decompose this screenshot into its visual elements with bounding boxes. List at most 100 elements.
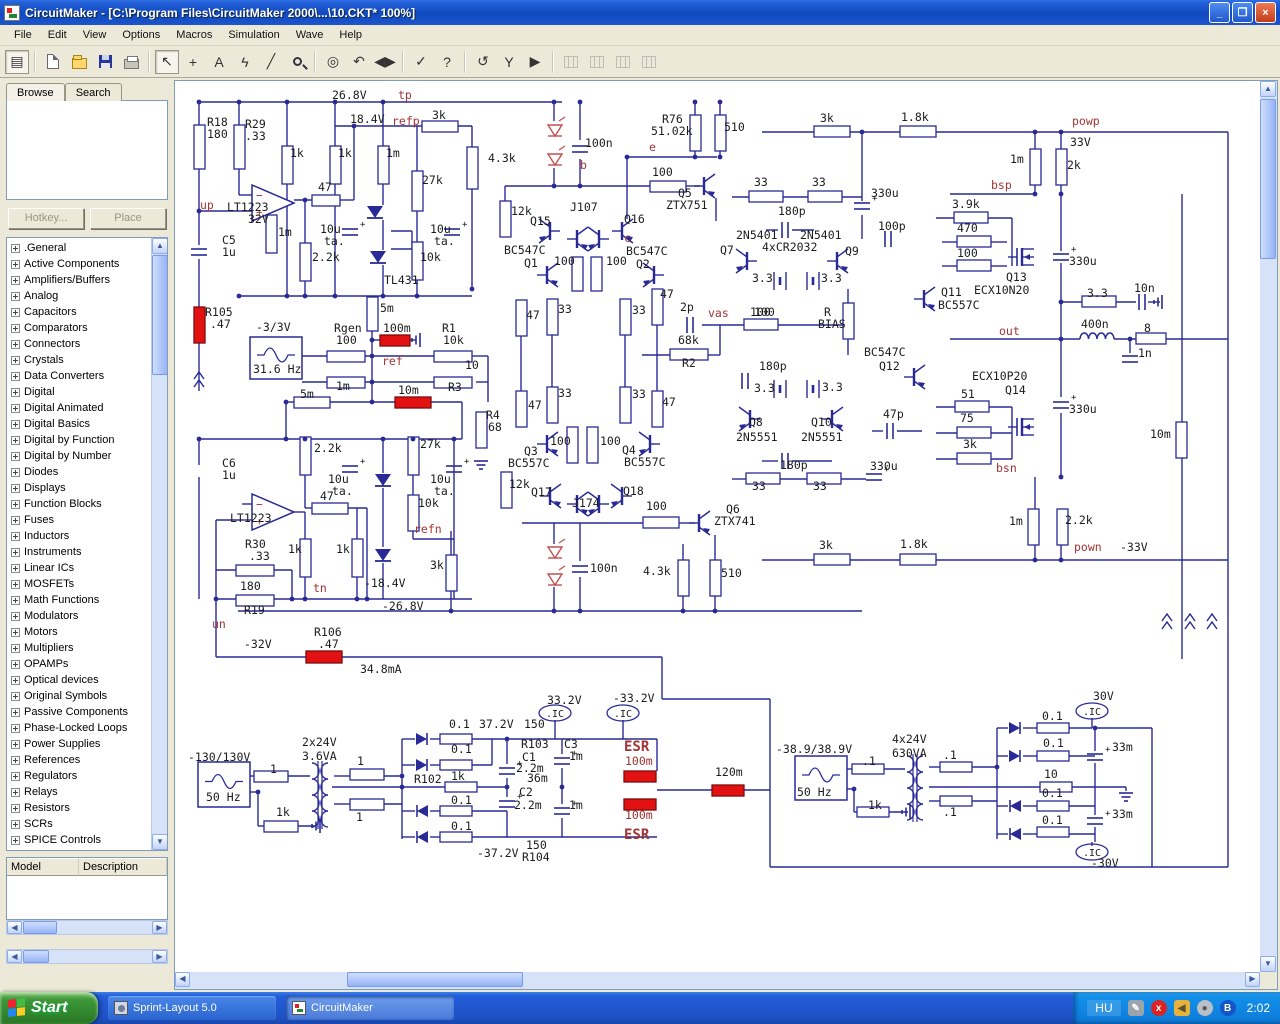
- delete-tool-button[interactable]: ϟ: [233, 50, 257, 74]
- help-tool-button[interactable]: ?: [435, 50, 459, 74]
- scroll-right-icon[interactable]: ▶: [152, 950, 167, 963]
- parts-browser-button[interactable]: ▤: [5, 49, 29, 74]
- minimize-button[interactable]: _: [1209, 2, 1230, 23]
- tree-item-connectors[interactable]: Connectors: [9, 336, 167, 352]
- expand-icon[interactable]: [11, 579, 20, 589]
- scroll-left-icon[interactable]: ◀: [7, 950, 22, 963]
- menu-simulation[interactable]: Simulation: [220, 27, 287, 43]
- expand-icon[interactable]: [11, 403, 20, 413]
- clock[interactable]: 2:02: [1247, 1001, 1270, 1015]
- probe-tool-button[interactable]: ╱: [259, 50, 283, 74]
- tree-item-regulators[interactable]: Regulators: [9, 768, 167, 784]
- scroll-up-icon[interactable]: ▲: [152, 238, 167, 254]
- speaker-icon[interactable]: ◀: [1173, 1000, 1190, 1016]
- expand-icon[interactable]: [11, 307, 20, 317]
- zoom-tool-button[interactable]: [285, 50, 309, 74]
- expand-icon[interactable]: [11, 723, 20, 733]
- tree-item-crystals[interactable]: Crystals: [9, 352, 167, 368]
- canvas-vertical-scrollbar[interactable]: ▲ ▼: [1260, 81, 1277, 972]
- expand-icon[interactable]: [11, 387, 20, 397]
- tree-item-inductors[interactable]: Inductors: [9, 528, 167, 544]
- tree-item-scrs[interactable]: SCRs: [9, 816, 167, 832]
- expand-icon[interactable]: [11, 787, 20, 797]
- scroll-down-icon[interactable]: ▼: [1260, 956, 1276, 972]
- tree-item-amplifiers-buffers[interactable]: Amplifiers/Buffers: [9, 272, 167, 288]
- expand-icon[interactable]: [11, 451, 20, 461]
- expand-icon[interactable]: [11, 323, 20, 333]
- scroll-right-icon[interactable]: ▶: [152, 921, 167, 934]
- run-simulation-button[interactable]: ▶: [523, 50, 547, 74]
- expand-icon[interactable]: [11, 659, 20, 669]
- expand-icon[interactable]: [11, 755, 20, 765]
- expand-icon[interactable]: [11, 499, 20, 509]
- tree-item-function-blocks[interactable]: Function Blocks: [9, 496, 167, 512]
- tree-item-references[interactable]: References: [9, 752, 167, 768]
- model-column-header[interactable]: Model: [7, 858, 79, 876]
- scroll-right-icon[interactable]: ▶: [1245, 972, 1260, 987]
- canvas-horizontal-scrollbar[interactable]: ◀ ▶: [175, 972, 1260, 989]
- tree-item-optical-devices[interactable]: Optical devices: [9, 672, 167, 688]
- expand-icon[interactable]: [11, 595, 20, 605]
- expand-icon[interactable]: [11, 803, 20, 813]
- language-indicator[interactable]: HU: [1087, 1000, 1121, 1016]
- tree-item--general[interactable]: .General: [9, 240, 167, 256]
- volume-icon[interactable]: ●: [1196, 1000, 1213, 1016]
- expand-icon[interactable]: [11, 691, 20, 701]
- canvas-hscroll-thumb[interactable]: [347, 972, 523, 987]
- expand-icon[interactable]: [11, 771, 20, 781]
- mirror-button[interactable]: ◀▶: [373, 50, 397, 74]
- expand-icon[interactable]: [11, 467, 20, 477]
- new-document-button[interactable]: [41, 50, 65, 74]
- scroll-down-icon[interactable]: ▼: [152, 834, 167, 850]
- expand-icon[interactable]: [11, 243, 20, 253]
- expand-icon[interactable]: [11, 707, 20, 717]
- expand-icon[interactable]: [11, 611, 20, 621]
- open-file-button[interactable]: [67, 50, 91, 74]
- search-device-button[interactable]: ◎: [321, 50, 345, 74]
- description-column-header[interactable]: Description: [79, 858, 167, 876]
- menu-edit[interactable]: Edit: [40, 27, 75, 43]
- expand-icon[interactable]: [11, 483, 20, 493]
- tab-browse[interactable]: Browse: [6, 83, 65, 101]
- menu-help[interactable]: Help: [331, 27, 370, 43]
- tree-item-opamps[interactable]: OPAMPs: [9, 656, 167, 672]
- expand-icon[interactable]: [11, 643, 20, 653]
- expand-icon[interactable]: [11, 435, 20, 445]
- expand-icon[interactable]: [11, 819, 20, 829]
- tree-item-digital-by-number[interactable]: Digital by Number: [9, 448, 167, 464]
- tree-item-digital[interactable]: Digital: [9, 384, 167, 400]
- bluetooth-icon[interactable]: B: [1219, 1000, 1236, 1016]
- tree-item-relays[interactable]: Relays: [9, 784, 167, 800]
- menu-view[interactable]: View: [75, 27, 115, 43]
- scroll-left-icon[interactable]: ◀: [175, 972, 190, 987]
- text-tool-button[interactable]: A: [207, 50, 231, 74]
- edit-check-button[interactable]: ✓: [409, 50, 433, 74]
- tree-item-power-supplies[interactable]: Power Supplies: [9, 736, 167, 752]
- tree-item-multipliers[interactable]: Multipliers: [9, 640, 167, 656]
- expand-icon[interactable]: [11, 531, 20, 541]
- tree-item-diodes[interactable]: Diodes: [9, 464, 167, 480]
- menu-wave[interactable]: Wave: [288, 27, 332, 43]
- wire-tool-button[interactable]: +: [181, 50, 205, 74]
- expand-icon[interactable]: [11, 835, 20, 845]
- expand-icon[interactable]: [11, 259, 20, 269]
- schematic-canvas[interactable]: + + + + + + + + + + + + + + − + − + .IC .IC .IC .IC 26.8V tp 18.…: [175, 81, 1260, 972]
- hotkey-button[interactable]: Hotkey...: [8, 208, 84, 229]
- scroll-left-icon[interactable]: ◀: [7, 921, 22, 934]
- tree-item-digital-by-function[interactable]: Digital by Function: [9, 432, 167, 448]
- menu-file[interactable]: File: [6, 27, 40, 43]
- tree-item-modulators[interactable]: Modulators: [9, 608, 167, 624]
- menu-options[interactable]: Options: [114, 27, 168, 43]
- expand-icon[interactable]: [11, 547, 20, 557]
- rotate-button[interactable]: ↶: [347, 50, 371, 74]
- tree-item-analog[interactable]: Analog: [9, 288, 167, 304]
- save-button[interactable]: [93, 50, 117, 74]
- scroll-up-icon[interactable]: ▲: [1260, 81, 1276, 97]
- waveform-4-button[interactable]: [637, 50, 661, 74]
- tree-scroll-thumb[interactable]: [152, 255, 167, 375]
- tree-item-math-functions[interactable]: Math Functions: [9, 592, 167, 608]
- restore-button[interactable]: ❐: [1232, 2, 1253, 23]
- canvas-vscroll-thumb[interactable]: [1260, 99, 1276, 259]
- tree-item-motors[interactable]: Motors: [9, 624, 167, 640]
- expand-icon[interactable]: [11, 627, 20, 637]
